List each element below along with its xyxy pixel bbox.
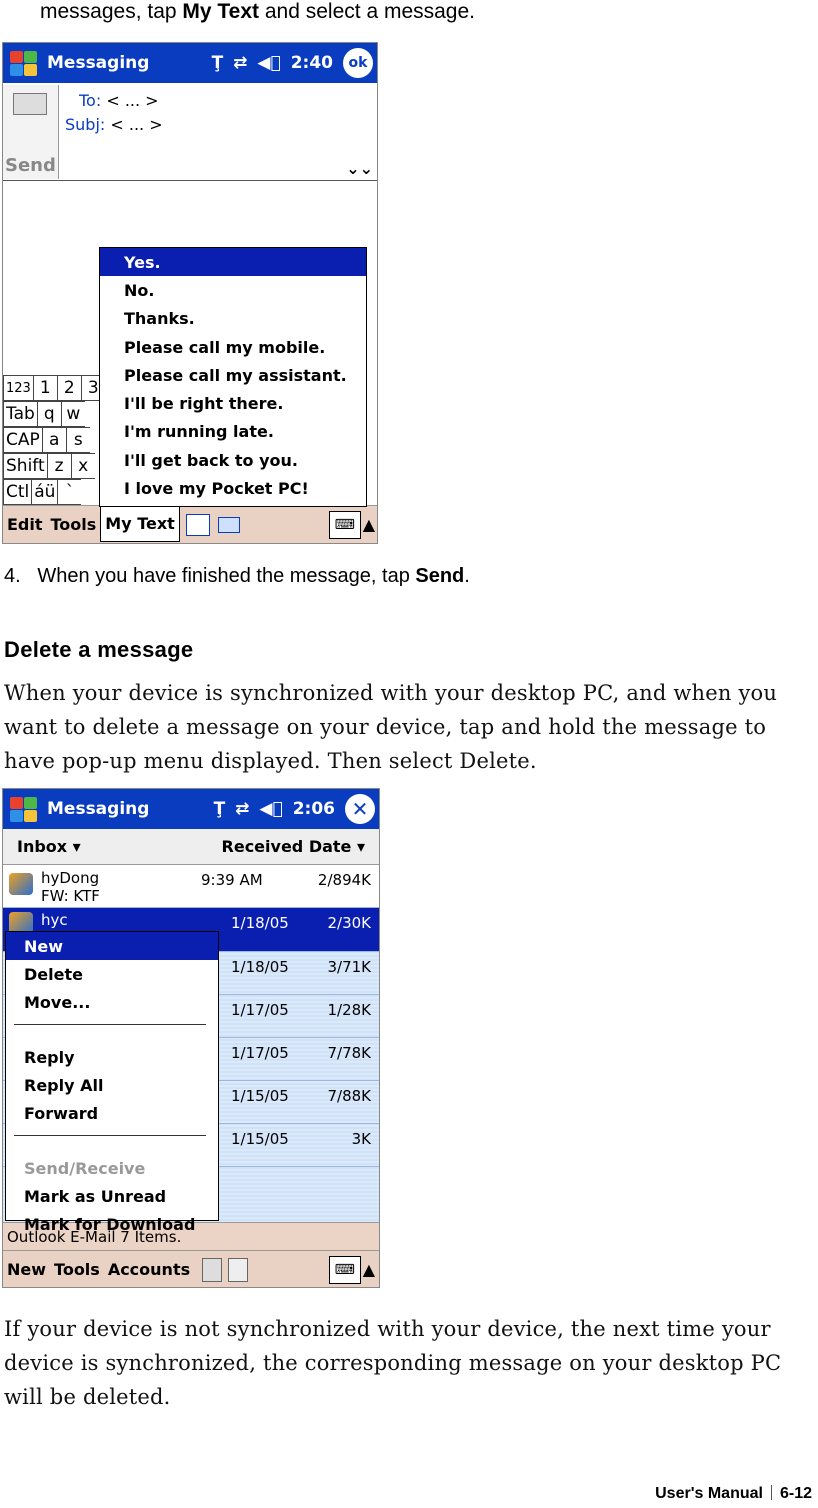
key[interactable]: Ctl (3, 479, 32, 505)
step-4: 4. When you have finished the message, t… (4, 565, 470, 587)
page-number: 6-12 (779, 1485, 812, 1502)
context-menu: New Delete Move... Reply Reply All Forwa… (5, 931, 219, 1234)
sort-dropdown[interactable]: Received Date ▾ (222, 837, 365, 856)
keyboard-icon[interactable]: ⌨ (328, 510, 361, 539)
menu-item-forward[interactable]: Forward (6, 1099, 218, 1127)
close-icon[interactable]: ✕ (345, 794, 375, 824)
my-text-menu-button[interactable]: My Text (100, 505, 180, 542)
message-row[interactable]: hyDong FW: KTF 9:39 AM 2/894K (3, 865, 379, 908)
signal-icon: Ţ (211, 53, 224, 73)
compose-screenshot: Messaging Ţ ⇄ ◀ﾞ 2:40 ok Send To: < ... … (2, 42, 378, 544)
accounts-menu[interactable]: Accounts (104, 1260, 194, 1279)
key[interactable]: 123 (3, 375, 33, 401)
key[interactable]: q (36, 401, 61, 427)
folder-dropdown[interactable]: Inbox ▾ (17, 837, 81, 856)
my-text-item[interactable]: I'll get back to you. (100, 446, 366, 474)
key[interactable]: w (60, 401, 85, 427)
menu-bar: Edit Tools My Text ⌨ ▲ (3, 505, 377, 543)
intro-text: messages, tap My Text and select a messa… (40, 0, 476, 23)
input-arrow-icon[interactable]: ▲ (363, 1260, 375, 1279)
key[interactable]: 1 (32, 375, 57, 401)
send-button[interactable]: Send (3, 85, 59, 179)
my-text-menu: Yes. No. Thanks. Please call my mobile. … (99, 247, 367, 507)
message-icon (9, 873, 33, 895)
menu-bar: New Tools Accounts ⌨ ▲ (3, 1250, 379, 1287)
delete-instructions: When your device is synchronized with yo… (4, 681, 778, 773)
volume-icon[interactable]: ◀ﾞ (257, 53, 280, 73)
my-text-item[interactable]: Please call my assistant. (100, 361, 366, 389)
new-menu[interactable]: New (3, 1260, 50, 1279)
connectivity-icon: ⇄ (235, 799, 250, 819)
key[interactable]: z (46, 453, 71, 479)
my-text-item[interactable]: Yes. (100, 248, 366, 277)
key[interactable]: s (65, 427, 90, 453)
menu-item-send-receive: Send/Receive (24, 1158, 146, 1178)
list-header: Inbox ▾ Received Date ▾ (3, 829, 379, 865)
section-heading: Delete a message (4, 637, 194, 662)
menu-item-delete[interactable]: Delete (6, 960, 218, 988)
key[interactable]: áü (31, 479, 58, 505)
input-arrow-icon[interactable]: ▲ (363, 515, 375, 534)
key[interactable]: CAP (3, 427, 42, 453)
my-text-item[interactable]: I love my Pocket PC! (100, 474, 366, 502)
key[interactable]: 2 (56, 375, 81, 401)
start-icon[interactable] (7, 794, 41, 824)
clock: 2:40 (290, 53, 333, 73)
clock: 2:06 (292, 799, 335, 819)
menu-item-mark-unread[interactable]: Mark as Unread (6, 1182, 218, 1210)
ok-button[interactable]: ok (343, 48, 373, 78)
key[interactable]: x (70, 453, 95, 479)
key[interactable]: ` (57, 479, 82, 505)
folder-list-icon[interactable] (228, 1257, 249, 1282)
key[interactable]: a (41, 427, 66, 453)
footer-divider (770, 1485, 772, 1500)
my-text-item[interactable]: I'll be right there. (100, 389, 366, 417)
my-text-item[interactable]: I'm running late. (100, 418, 366, 446)
menu-item-new[interactable]: New (6, 932, 218, 960)
title-bar: Messaging Ţ ⇄ ◀ﾞ 2:40 ok (3, 43, 377, 83)
menu-item-reply[interactable]: Reply (6, 1043, 218, 1071)
key[interactable]: Tab (3, 401, 37, 427)
connectivity-icon: ⇄ (233, 53, 248, 73)
menu-item-move[interactable]: Move... (6, 988, 218, 1016)
insert-icon[interactable] (217, 516, 240, 533)
signal-icon: Ţ (213, 799, 226, 819)
envelope-icon (13, 93, 47, 115)
keyboard-icon[interactable]: ⌨ (328, 1255, 361, 1284)
send-emphasis: Send (415, 565, 465, 587)
menu-item-reply-all[interactable]: Reply All (6, 1071, 218, 1099)
subject-field[interactable]: Subj: < ... > (65, 115, 163, 134)
menu-item-mark-download[interactable]: Mark for Download (6, 1210, 218, 1238)
send-receive-icon[interactable] (202, 1257, 223, 1282)
start-icon[interactable] (7, 48, 41, 78)
menu-separator (14, 1135, 206, 1136)
edit-menu[interactable]: Edit (3, 515, 47, 534)
volume-icon[interactable]: ◀ﾞ (259, 799, 282, 819)
tools-menu[interactable]: Tools (50, 1260, 104, 1279)
my-text-item[interactable]: No. (100, 276, 366, 304)
chevron-down-icon[interactable]: ⌄⌄ (346, 159, 373, 178)
my-text-item[interactable]: Please call my mobile. (100, 333, 366, 361)
my-text-item[interactable]: Thanks. (100, 305, 366, 333)
compose-header: Send To: < ... > Subj: < ... > ⌄⌄ (3, 83, 377, 181)
key[interactable]: Shift (3, 453, 47, 479)
app-title: Messaging (47, 799, 150, 819)
contact-card-icon[interactable] (185, 513, 210, 536)
app-title: Messaging (47, 53, 150, 73)
title-bar: Messaging Ţ ⇄ ◀ﾞ 2:06 ✕ (3, 789, 379, 829)
my-text-emphasis: My Text (182, 0, 260, 23)
page-footer: User's Manual 6-12 (655, 1485, 812, 1503)
menu-separator (14, 1024, 206, 1025)
manual-title: User's Manual (655, 1485, 763, 1502)
sync-note: If your device is not synchronized with … (4, 1317, 782, 1409)
inbox-screenshot: Messaging Ţ ⇄ ◀ﾞ 2:06 ✕ Inbox ▾ Received… (2, 788, 380, 1288)
tools-menu[interactable]: Tools (47, 515, 101, 534)
to-field[interactable]: To: < ... > (79, 91, 159, 110)
